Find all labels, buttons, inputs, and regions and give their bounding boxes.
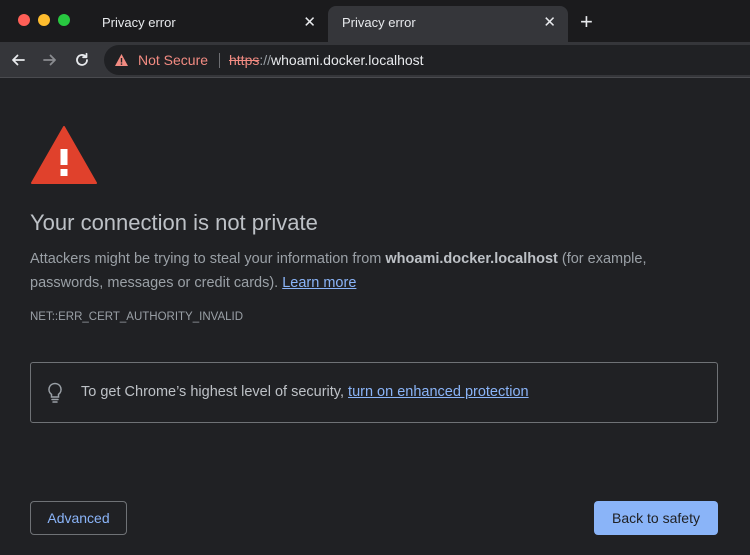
omnibox-divider xyxy=(219,53,220,68)
forward-button[interactable] xyxy=(37,47,63,73)
body-host: whoami.docker.localhost xyxy=(385,251,558,267)
new-tab-button[interactable]: + xyxy=(580,9,593,35)
body-text-start: Attackers might be trying to steal your … xyxy=(30,251,386,267)
tab-privacy-error-2[interactable]: Privacy error ✕ xyxy=(328,6,568,42)
close-icon[interactable]: ✕ xyxy=(303,6,316,40)
enhanced-protection-link[interactable]: turn on enhanced protection xyxy=(348,384,529,400)
arrow-left-icon xyxy=(12,54,25,66)
lightbulb-icon xyxy=(48,382,62,403)
window-minimize-button[interactable] xyxy=(38,14,50,26)
tab-privacy-error-1[interactable]: Privacy error ✕ xyxy=(88,6,328,42)
url-text[interactable]: https://whoami.docker.localhost xyxy=(229,45,424,75)
back-to-safety-button[interactable]: Back to safety xyxy=(594,501,718,535)
tab-title: Privacy error xyxy=(342,15,416,30)
window-zoom-button[interactable] xyxy=(58,14,70,26)
promo-message: To get Chrome’s highest level of securit… xyxy=(81,363,529,422)
not-secure-label[interactable]: Not Secure xyxy=(138,45,208,75)
reload-button[interactable] xyxy=(69,47,95,73)
back-button[interactable] xyxy=(5,47,31,73)
window-close-button[interactable] xyxy=(18,14,30,26)
address-bar[interactable]: Not Secure https://whoami.docker.localho… xyxy=(104,45,750,75)
page-title: Your connection is not private xyxy=(30,210,318,235)
tab-title: Privacy error xyxy=(102,15,176,30)
url-separator: :// xyxy=(259,52,272,68)
promo-text: To get Chrome’s highest level of securit… xyxy=(81,384,349,400)
close-icon[interactable]: ✕ xyxy=(543,6,556,40)
toolbar: Not Secure https://whoami.docker.localho… xyxy=(0,42,750,78)
url-host: whoami.docker.localhost xyxy=(271,52,424,68)
arrow-right-icon xyxy=(43,54,56,66)
advanced-button[interactable]: Advanced xyxy=(30,501,127,535)
enhanced-protection-promo: To get Chrome’s highest level of securit… xyxy=(30,362,718,423)
learn-more-link[interactable]: Learn more xyxy=(282,275,356,291)
main-message: Attackers might be trying to steal your … xyxy=(30,247,690,295)
reload-icon xyxy=(76,52,88,66)
tab-strip: Privacy error ✕ Privacy error ✕ + xyxy=(0,0,750,42)
warning-triangle-icon[interactable] xyxy=(114,53,129,67)
url-scheme: https xyxy=(229,52,260,68)
error-code: NET::ERR_CERT_AUTHORITY_INVALID xyxy=(30,311,244,323)
warning-icon xyxy=(31,126,97,184)
